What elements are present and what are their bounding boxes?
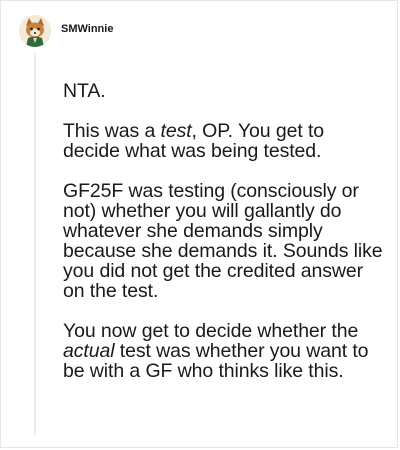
thread-line[interactable] — [34, 53, 36, 435]
emphasis-text: test — [160, 120, 192, 142]
username[interactable]: SMWinnie — [61, 23, 113, 35]
paragraph-text: This was a — [63, 120, 161, 142]
paragraph-text: GF25F was testing (consciously or not) w… — [63, 180, 383, 302]
paragraph-text: NTA. — [63, 80, 106, 102]
comment-paragraph: NTA. — [63, 81, 385, 101]
comment-paragraph: You now get to decide whether the actual… — [63, 321, 385, 381]
comment-paragraph: GF25F was testing (consciously or not) w… — [63, 181, 385, 301]
fox-avatar-icon[interactable] — [19, 15, 51, 47]
emphasis-text: actual — [63, 340, 115, 362]
comment-card: SMWinnie NTA. This was a test, OP. You ge… — [0, 0, 398, 448]
comment-paragraph: This was a test, OP. You get to decide w… — [63, 121, 385, 161]
paragraph-text: You now get to decide whether the — [63, 320, 359, 342]
comment-header: SMWinnie — [19, 15, 113, 47]
comment-body: NTA. This was a test, OP. You get to deci… — [63, 81, 385, 381]
